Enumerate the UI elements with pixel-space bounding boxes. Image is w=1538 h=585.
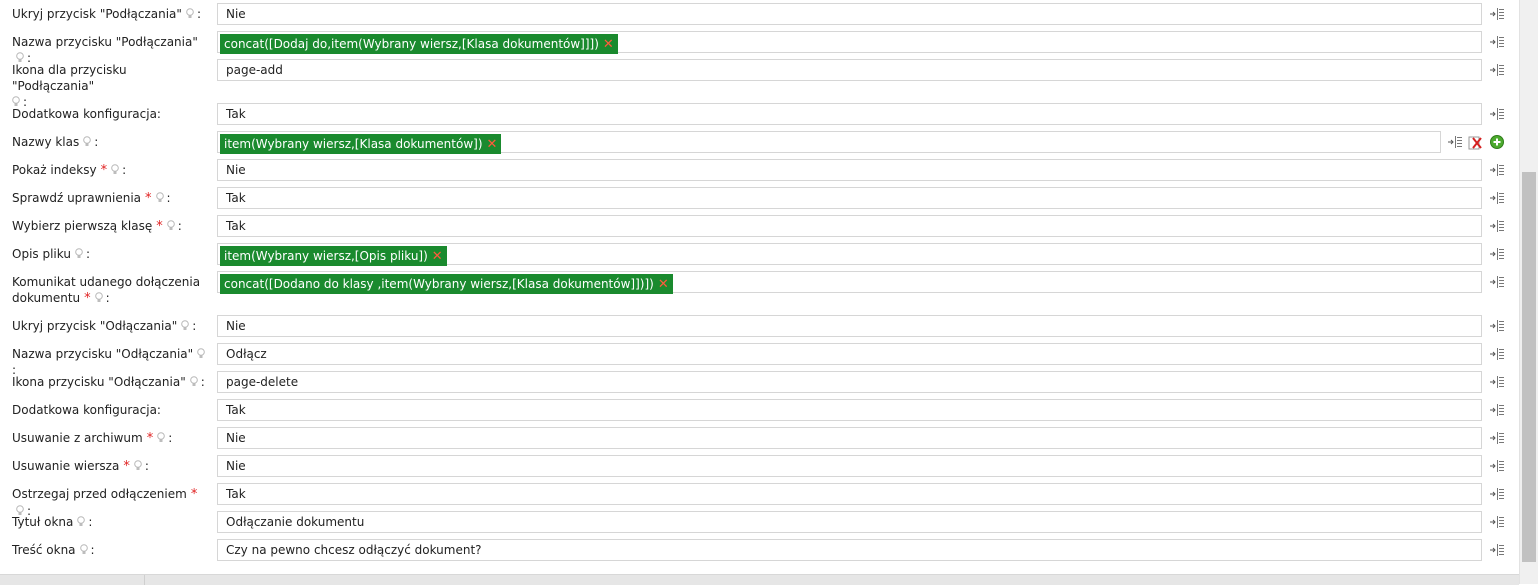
expression-tag[interactable]: concat([Dodaj do,item(Wybrany wiersz,[Kl… [220,34,618,54]
field-input[interactable]: Nie [217,455,1482,477]
required-marker: * [190,487,198,502]
expression-editor-icon[interactable] [1489,430,1505,446]
field-label: Tytuł okna: [12,515,93,529]
field-input[interactable]: item(Wybrany wiersz,[Klasa dokumentów]) ✕ [217,131,1441,154]
field-input[interactable]: concat([Dodaj do,item(Wybrany wiersz,[Kl… [217,31,1482,54]
lightbulb-hint-icon[interactable] [186,7,194,18]
required-marker: * [84,291,91,306]
remove-tag-icon[interactable]: ✕ [487,137,498,152]
field-input[interactable]: Czy na pewno chcesz odłączyć dokument? [217,539,1482,561]
expression-editor-icon[interactable] [1489,346,1505,362]
bottom-bar [0,574,1519,585]
field-input[interactable]: Odłączanie dokumentu [217,511,1482,533]
field-input[interactable]: page-add [217,59,1482,81]
field-input[interactable]: Nie [217,427,1482,449]
field-label: Ikona przycisku "Odłączania": [12,375,205,389]
field-label: Pokaż indeksy *: [12,163,127,178]
field-input[interactable]: page-delete [217,371,1482,393]
expression-editor-icon[interactable] [1489,6,1505,22]
lightbulb-hint-icon[interactable] [189,375,198,386]
lightbulb-hint-icon[interactable] [181,319,190,330]
expression-editor-icon[interactable] [1489,246,1505,262]
field-input[interactable]: Tak [217,399,1482,421]
expression-editor-icon[interactable] [1489,374,1505,390]
field-label: Nazwy klas: [12,135,99,149]
scrollbar-thumb[interactable] [1522,172,1536,562]
remove-tag-icon[interactable]: ✕ [658,277,669,292]
field-label: Opis pliku: [12,247,90,261]
lightbulb-hint-icon[interactable] [79,543,88,554]
expression-editor-icon[interactable] [1489,318,1505,334]
add-icon[interactable] [1489,134,1505,150]
lightbulb-hint-icon[interactable] [157,431,166,442]
field-label: Ikona dla przycisku "Podłączania": [12,63,127,109]
lightbulb-hint-icon[interactable] [77,515,86,526]
lightbulb-hint-icon[interactable] [12,95,20,106]
field-input[interactable]: Odłącz [217,343,1482,365]
field-label: Ukryj przycisk "Podłączania": [12,7,201,21]
expression-tag[interactable]: concat([Dodano do klasy ,item(Wybrany wi… [220,274,673,294]
remove-tag-icon[interactable]: ✕ [432,249,443,264]
lightbulb-hint-icon[interactable] [134,459,142,470]
required-marker: * [145,191,152,206]
expression-editor-icon[interactable] [1489,514,1505,530]
lightbulb-hint-icon[interactable] [75,247,83,258]
vertical-scrollbar[interactable] [1519,0,1538,584]
field-label: Ukryj przycisk "Odłączania": [12,319,197,333]
field-label: Dodatkowa konfiguracja: [12,107,161,121]
field-label: Treść okna: [12,543,95,557]
field-input[interactable]: Nie [217,159,1482,181]
expression-editor-icon[interactable] [1447,134,1463,150]
expression-editor-icon[interactable] [1489,34,1505,50]
expression-editor-icon[interactable] [1489,542,1505,558]
field-label: Sprawdź uprawnienia *: [12,191,171,206]
field-input[interactable]: item(Wybrany wiersz,[Opis pliku]) ✕ [217,243,1482,266]
expression-editor-icon[interactable] [1489,106,1505,122]
lightbulb-hint-icon[interactable] [197,347,205,358]
field-input[interactable]: Tak [217,483,1482,505]
lightbulb-hint-icon[interactable] [166,219,175,230]
required-marker: * [123,459,130,474]
required-marker: * [146,431,154,446]
lightbulb-hint-icon[interactable] [83,135,92,146]
field-input[interactable]: concat([Dodano do klasy ,item(Wybrany wi… [217,271,1482,294]
expression-tag[interactable]: item(Wybrany wiersz,[Opis pliku]) ✕ [220,246,447,266]
clear-icon[interactable] [1467,134,1483,150]
remove-tag-icon[interactable]: ✕ [603,37,614,52]
expression-editor-icon[interactable] [1489,190,1505,206]
required-marker: * [156,219,163,234]
lightbulb-hint-icon[interactable] [16,51,24,62]
lightbulb-hint-icon[interactable] [155,191,164,202]
field-input[interactable]: Tak [217,215,1482,237]
required-marker: * [100,163,108,178]
expression-editor-icon[interactable] [1489,218,1505,234]
field-input[interactable]: Nie [217,315,1482,337]
expression-tag[interactable]: item(Wybrany wiersz,[Klasa dokumentów]) ✕ [220,134,502,154]
field-input[interactable]: Nie [217,3,1482,25]
field-input[interactable]: Tak [217,103,1482,125]
expression-editor-icon[interactable] [1489,162,1505,178]
expression-editor-icon[interactable] [1489,402,1505,418]
expression-editor-icon[interactable] [1489,486,1505,502]
lightbulb-hint-icon[interactable] [111,163,119,174]
field-label: Usuwanie z archiwum *: [12,431,173,446]
expression-editor-icon[interactable] [1489,62,1505,78]
field-label: Usuwanie wiersza *: [12,459,149,474]
lightbulb-hint-icon[interactable] [94,291,103,302]
expression-editor-icon[interactable] [1489,274,1505,290]
field-input[interactable]: Tak [217,187,1482,209]
field-label: Wybierz pierwszą klasę *: [12,219,182,234]
field-label: Komunikat udanego dołączenia dokumentu *: [12,275,201,306]
expression-editor-icon[interactable] [1489,458,1505,474]
field-label: Dodatkowa konfiguracja: [12,403,161,417]
